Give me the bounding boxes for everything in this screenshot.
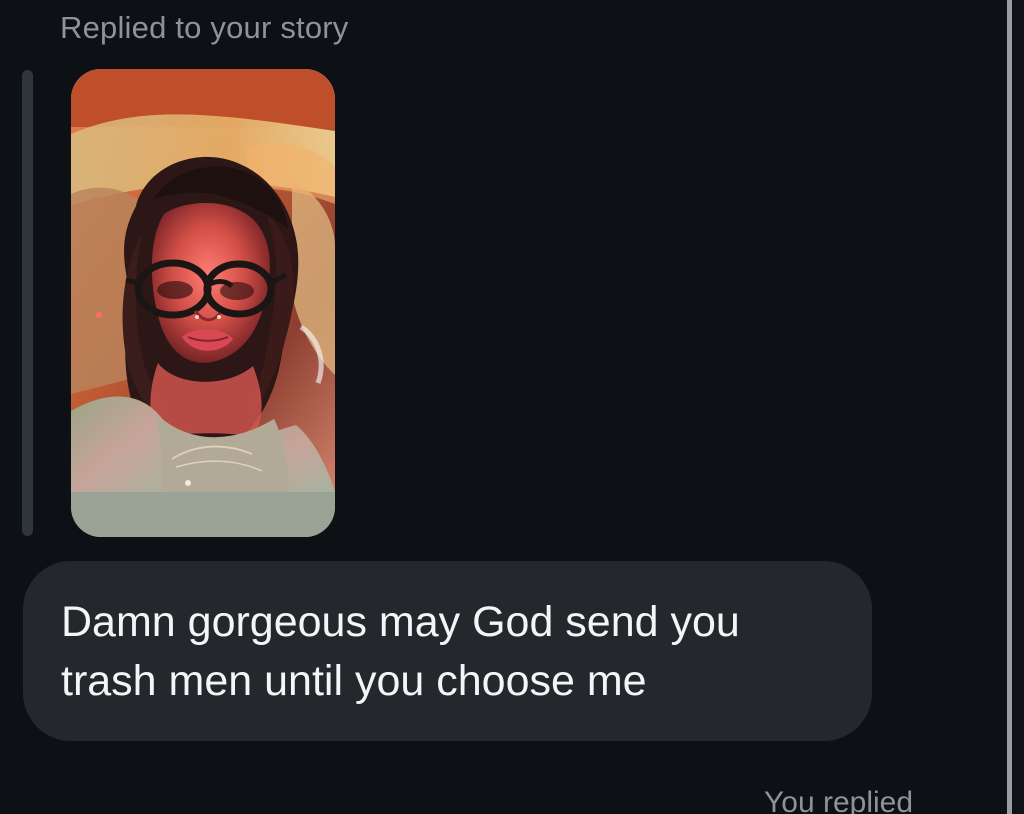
chat-screen: Replied to your story Damn gorgeous may … (0, 0, 1024, 814)
story-reply-quote-bar (22, 70, 33, 536)
message-bubble[interactable]: Damn gorgeous may God send you trash men… (23, 561, 872, 741)
you-replied-label: You replied (764, 786, 914, 814)
story-image (71, 69, 335, 537)
scrollbar-thumb[interactable] (1007, 0, 1012, 814)
story-thumbnail[interactable] (71, 69, 335, 537)
message-text: Damn gorgeous may God send you trash men… (61, 598, 740, 705)
reply-caption: Replied to your story (60, 10, 349, 45)
